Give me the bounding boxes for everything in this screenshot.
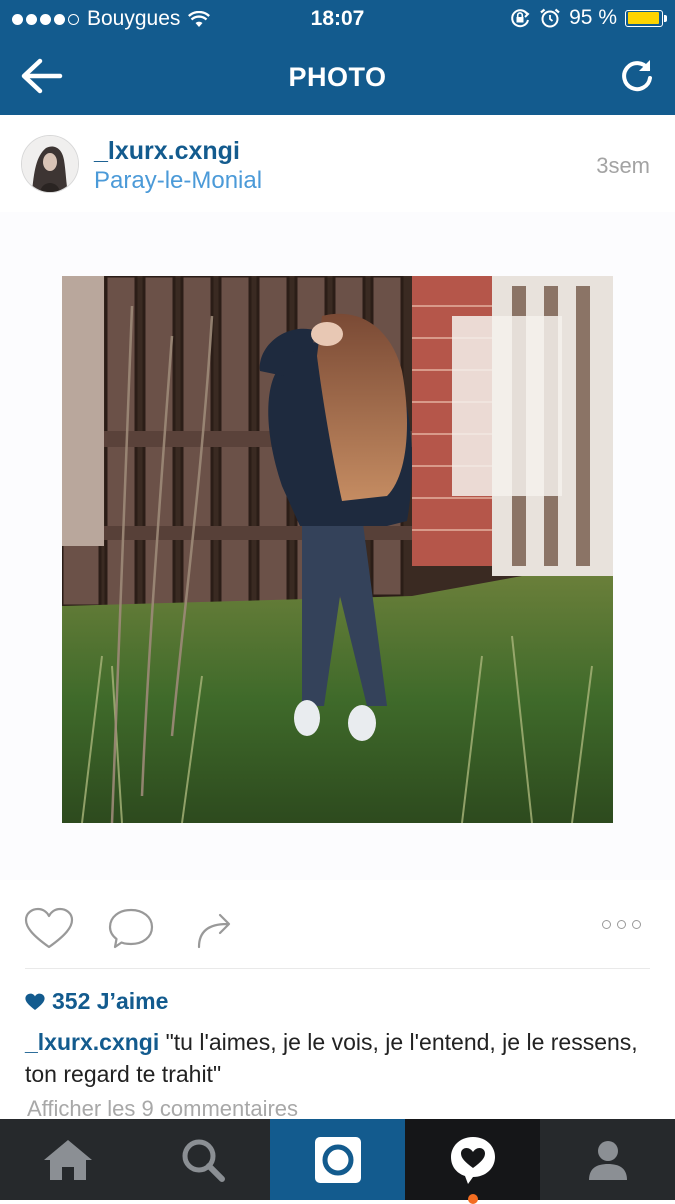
refresh-button[interactable]	[617, 56, 657, 96]
divider	[25, 968, 650, 969]
likes-count[interactable]: 352 J’aime	[25, 988, 168, 1015]
heart-outline-icon	[24, 907, 74, 949]
heart-filled-icon	[25, 993, 45, 1010]
status-bar: Bouygues 18:07 95 %	[0, 0, 675, 38]
tab-search[interactable]	[135, 1119, 270, 1200]
post-photo[interactable]	[62, 276, 613, 823]
profile-icon	[588, 1140, 627, 1180]
battery-icon	[625, 9, 667, 27]
status-right: 95 %	[509, 6, 667, 30]
post-caption: _lxurx.cxngi "tu l'aimes, je le vois, je…	[25, 1026, 645, 1090]
comment-button[interactable]	[107, 907, 155, 951]
camera-icon	[314, 1136, 361, 1183]
photo-image	[62, 276, 613, 823]
post-actions	[0, 880, 675, 970]
avatar-image	[22, 136, 78, 192]
tab-activity[interactable]	[405, 1119, 540, 1204]
activity-heart-icon	[450, 1136, 495, 1184]
refresh-icon	[622, 60, 652, 92]
avatar[interactable]	[21, 135, 79, 193]
comment-bubble-icon	[108, 908, 154, 949]
more-dots-icon	[602, 920, 611, 929]
tab-camera[interactable]	[270, 1119, 405, 1200]
likes-label: 352 J’aime	[52, 988, 169, 1014]
tab-home[interactable]	[0, 1119, 135, 1200]
tab-profile[interactable]	[540, 1119, 675, 1200]
notification-dot	[468, 1194, 478, 1204]
post-location[interactable]: Paray-le-Monial	[94, 167, 262, 195]
page-title: PHOTO	[288, 62, 387, 92]
nav-bar: PHOTO	[0, 38, 675, 115]
post-timestamp: 3sem	[596, 153, 650, 178]
more-options-button[interactable]	[602, 920, 650, 936]
battery-level	[627, 12, 659, 24]
post-username[interactable]: _lxurx.cxngi	[94, 137, 240, 166]
post-header: _lxurx.cxngi Paray-le-Monial 3sem	[0, 115, 675, 213]
alarm-icon	[540, 8, 560, 28]
search-icon	[182, 1139, 225, 1182]
rotation-lock-icon	[511, 9, 530, 28]
share-button[interactable]	[193, 907, 237, 951]
home-icon	[43, 1139, 92, 1180]
battery-percent: 95 %	[569, 6, 617, 29]
like-button[interactable]	[24, 907, 74, 951]
share-arrow-icon	[197, 913, 231, 949]
tab-bar	[0, 1119, 675, 1204]
photo-area	[0, 212, 675, 880]
caption-username[interactable]: _lxurx.cxngi	[25, 1029, 159, 1055]
